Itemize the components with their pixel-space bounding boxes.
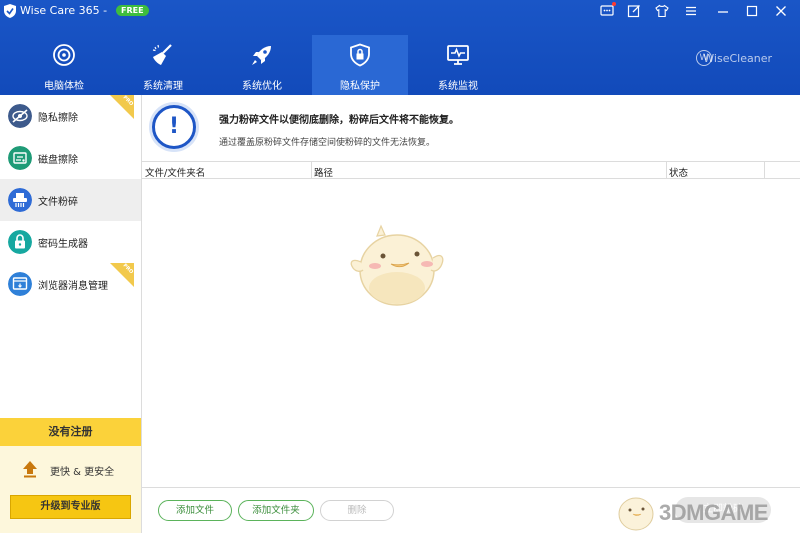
- broom-icon: [152, 44, 172, 65]
- sidebar-item-label: 隐私擦除: [38, 113, 78, 124]
- add-file-button[interactable]: 添加文件: [158, 500, 232, 521]
- tab-privacy-protection[interactable]: 隐私保护: [312, 35, 408, 95]
- eye-slash-icon: [8, 104, 32, 128]
- watermark: 3DMGAME: [607, 488, 800, 533]
- disk-eraser-icon: [8, 146, 32, 170]
- browser-notification-icon: [8, 272, 32, 296]
- minimize-icon[interactable]: [716, 4, 730, 18]
- menu-icon[interactable]: [684, 4, 698, 18]
- tab-label: 电脑体检: [44, 81, 84, 92]
- watermark-mascot-icon: [618, 497, 654, 531]
- notification-dot: [612, 2, 616, 6]
- target-icon: [53, 44, 75, 66]
- shield-lock-icon: [350, 43, 370, 67]
- register-title: 没有注册: [0, 418, 141, 446]
- sidebar-item-label: 文件粉碎: [38, 197, 78, 208]
- column-divider[interactable]: [764, 162, 765, 179]
- info-subtitle: 通过覆盖原粉碎文件存储空间使粉碎的文件无法恢复。: [219, 138, 436, 148]
- watermark-text: 3DMGAME: [659, 500, 768, 525]
- title-bar: Wise Care 365 - FREE: [0, 0, 800, 22]
- action-bar: 添加文件 添加文件夹 删除 立即粉碎 3DMGAME: [142, 487, 800, 533]
- register-subtitle: 更快 & 更安全: [50, 467, 115, 478]
- tab-system-monitor[interactable]: 系统监视: [410, 35, 506, 95]
- sidebar-item-privacy-eraser[interactable]: 隐私擦除 PRO: [0, 95, 141, 137]
- close-icon[interactable]: [774, 4, 788, 18]
- tab-label: 系统监视: [438, 81, 478, 92]
- app-title: Wise Care 365 -: [20, 4, 108, 17]
- upgrade-arrow-icon: [23, 461, 37, 478]
- password-generator-icon: [8, 230, 32, 254]
- sidebar-item-disk-eraser[interactable]: 磁盘擦除: [0, 137, 141, 179]
- maximize-icon[interactable]: [745, 4, 759, 18]
- column-header-status[interactable]: 状态: [669, 165, 688, 179]
- edit-icon[interactable]: [627, 4, 641, 18]
- app-header: Wise Care 365 - FREE 电脑体检 系统清理 系统优化 隐私保护…: [0, 0, 800, 95]
- rocket-icon: [252, 46, 271, 65]
- column-header-name[interactable]: 文件/文件夹名: [145, 165, 205, 179]
- column-divider[interactable]: [311, 162, 312, 179]
- tab-system-clean[interactable]: 系统清理: [115, 35, 211, 95]
- column-divider[interactable]: [666, 162, 667, 179]
- tab-label: 系统优化: [242, 81, 282, 92]
- info-title: 强力粉碎文件以便彻底删除，粉碎后文件将不能恢复。: [219, 115, 459, 126]
- register-panel: 没有注册 更快 & 更安全 升级到专业版: [0, 418, 141, 533]
- add-folder-button[interactable]: 添加文件夹: [238, 500, 314, 521]
- mascot-illustration: [350, 224, 444, 306]
- upgrade-to-pro-button[interactable]: 升级到专业版: [10, 495, 131, 519]
- wisecleaner-brand[interactable]: WiseCleaner: [703, 52, 772, 65]
- tab-label: 隐私保护: [340, 81, 380, 92]
- sidebar-item-browser-notification[interactable]: 浏览器消息管理 PRO: [0, 263, 141, 305]
- sidebar-item-password-generator[interactable]: 密码生成器: [0, 221, 141, 263]
- alert-icon: !: [152, 105, 196, 149]
- message-icon[interactable]: [600, 2, 616, 18]
- sidebar-item-label: 密码生成器: [38, 239, 88, 250]
- sidebar-item-label: 浏览器消息管理: [38, 281, 108, 292]
- tab-system-optimize[interactable]: 系统优化: [214, 35, 310, 95]
- sidebar-item-file-shredder[interactable]: 文件粉碎: [0, 179, 141, 221]
- file-table-header: 文件/文件夹名 路径 状态: [142, 161, 800, 179]
- sidebar: 隐私擦除 PRO 磁盘擦除 文件粉碎 密码生成器 浏览器消息管理 PRO 没有注…: [0, 95, 142, 533]
- app-logo-icon: [4, 4, 16, 18]
- main-panel: ! 强力粉碎文件以便彻底删除，粉碎后文件将不能恢复。 通过覆盖原粉碎文件存储空间…: [142, 95, 800, 533]
- monitor-pulse-icon: [447, 45, 469, 65]
- free-badge: FREE: [116, 5, 149, 16]
- shirt-icon[interactable]: [655, 4, 669, 18]
- sidebar-item-label: 磁盘擦除: [38, 155, 78, 166]
- shredder-icon: [8, 188, 32, 212]
- tab-pc-checkup[interactable]: 电脑体检: [16, 35, 112, 95]
- column-header-path[interactable]: 路径: [314, 165, 333, 179]
- tab-label: 系统清理: [143, 81, 183, 92]
- delete-button[interactable]: 删除: [320, 500, 394, 521]
